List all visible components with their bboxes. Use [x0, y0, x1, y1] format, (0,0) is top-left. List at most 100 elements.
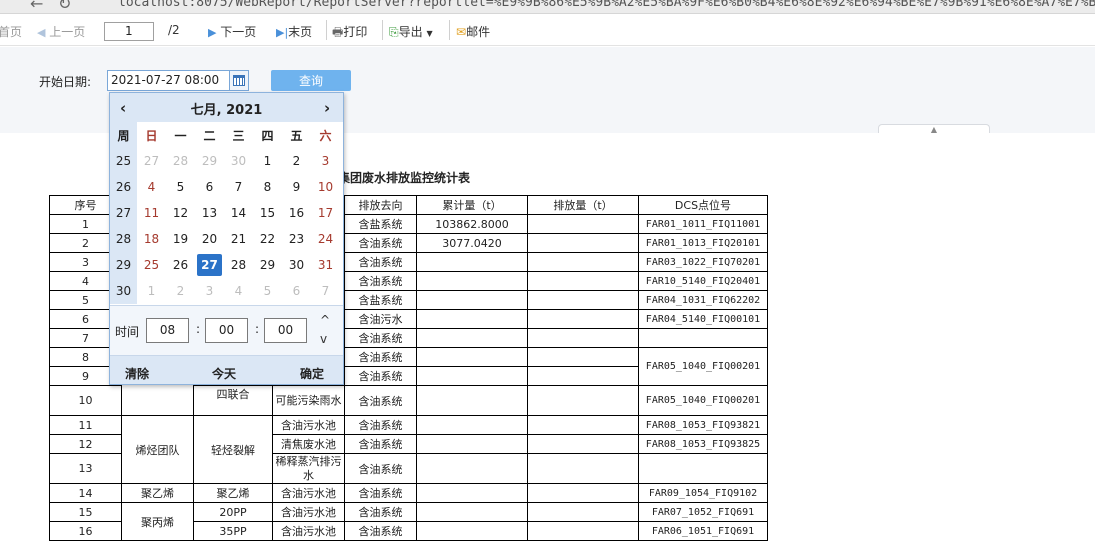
calendar-day[interactable]: 24 [311, 226, 340, 252]
query-button[interactable]: 查询 [271, 70, 351, 91]
calendar-day[interactable]: 12 [166, 200, 195, 226]
selected-day-label: 27 [197, 254, 222, 276]
calendar-header: 七月, 2021 ‹ › [110, 93, 343, 122]
calendar-day[interactable]: 6 [282, 278, 311, 304]
calendar-day[interactable]: 15 [253, 200, 282, 226]
calendar-day[interactable]: 30 [282, 252, 311, 278]
calendar-day[interactable]: 28 [224, 252, 253, 278]
export-button[interactable]: ⎘导出 ▼ [389, 23, 433, 40]
address-url[interactable]: localhost:8075/WebReport/ReportServer?re… [118, 0, 1095, 10]
spin-up-icon[interactable]: ^ [320, 313, 330, 327]
calendar-day[interactable]: 2 [282, 148, 311, 174]
calendar-day[interactable]: 2 [166, 278, 195, 304]
calendar-day[interactable]: 4 [137, 174, 166, 200]
cell-group: 烯烃团队 [121, 415, 194, 484]
calendar-day[interactable]: 29 [253, 252, 282, 278]
cell-cumulative [416, 347, 528, 367]
calendar-day[interactable]: 14 [224, 200, 253, 226]
calendar-day[interactable]: 22 [253, 226, 282, 252]
cell-cumulative: 3077.0420 [416, 233, 528, 253]
cell-source: 含油污水池 [272, 483, 345, 503]
cell-direction: 含油系统 [344, 271, 417, 291]
report-toolbar [0, 15, 1095, 46]
calendar-day[interactable]: 29 [195, 148, 224, 174]
calendar-day[interactable]: 31 [311, 252, 340, 278]
cell-dcs: FAR05_1040_FIQ00201 [638, 385, 768, 416]
calendar-day[interactable]: 7 [311, 278, 340, 304]
calendar-day[interactable]: 20 [195, 226, 224, 252]
cell-cumulative [416, 483, 528, 503]
cell-discharge [527, 434, 639, 454]
hour-input[interactable]: 08 [146, 318, 189, 343]
cell-cumulative [416, 434, 528, 454]
calendar-day[interactable]: 26 [166, 252, 195, 278]
calendar-day[interactable]: 10 [311, 174, 340, 200]
calendar-day[interactable]: 7 [224, 174, 253, 200]
cell-direction: 含油系统 [344, 252, 417, 272]
calendar-day[interactable]: 5 [166, 174, 195, 200]
export-icon: ⎘ [389, 25, 399, 39]
prev-page-button[interactable]: ◀ 上一页 [37, 23, 85, 40]
calendar-day[interactable]: 13 [195, 200, 224, 226]
calendar-day[interactable]: 3 [311, 148, 340, 174]
calendar-day[interactable]: 3 [195, 278, 224, 304]
triangle-left-icon: ◀ [37, 26, 46, 39]
confirm-button[interactable]: 确定 [300, 365, 324, 382]
start-date-input[interactable]: 2021-07-27 08:00 [107, 70, 230, 91]
second-input[interactable]: 00 [264, 318, 307, 343]
calendar-day[interactable]: 21 [224, 226, 253, 252]
calendar-day[interactable]: 6 [195, 174, 224, 200]
spin-down-icon[interactable]: v [320, 332, 327, 346]
first-page-button[interactable]: 首页 [0, 23, 22, 40]
calendar-day[interactable]: 25 [137, 252, 166, 278]
next-month-chevron-icon[interactable]: › [324, 99, 330, 117]
cell-source: 含油污水池 [272, 521, 345, 541]
calendar-day[interactable]: 18 [137, 226, 166, 252]
calendar-day[interactable]: 11 [137, 200, 166, 226]
calendar-day-selected[interactable]: 27 [195, 252, 224, 278]
collapse-panel-button[interactable]: ▲ [878, 124, 990, 134]
weekday-header: 六 [319, 128, 332, 143]
mail-button[interactable]: ✉邮件 [456, 23, 490, 40]
toolbar-separator [449, 20, 450, 40]
prev-month-chevron-icon[interactable]: ‹ [120, 99, 126, 117]
calendar-day[interactable]: 19 [166, 226, 195, 252]
cell-dcs: FAR09_1054_FIQ9102 [638, 483, 768, 503]
calendar-day[interactable]: 5 [253, 278, 282, 304]
calendar-toggle-button[interactable] [230, 70, 249, 91]
cell-direction: 含油系统 [344, 434, 417, 454]
weekday-header: 一 [174, 128, 187, 143]
last-page-button[interactable]: ▶|末页 [276, 23, 312, 40]
cell-unit: 聚乙烯 [193, 483, 273, 503]
calendar-day[interactable]: 4 [224, 278, 253, 304]
calendar-day[interactable]: 1 [137, 278, 166, 304]
calendar-day[interactable]: 30 [224, 148, 253, 174]
cell-cumulative [416, 521, 528, 541]
calendar-day[interactable]: 1 [253, 148, 282, 174]
clear-button[interactable]: 清除 [125, 365, 149, 382]
calendar-day[interactable]: 16 [282, 200, 311, 226]
calendar-day[interactable]: 28 [166, 148, 195, 174]
back-arrow-icon[interactable]: ← [30, 0, 43, 13]
cell-source: 可能污染雨水 [272, 385, 345, 416]
calendar-day[interactable]: 9 [282, 174, 311, 200]
minute-input[interactable]: 00 [205, 318, 248, 343]
envelope-icon: ✉ [456, 25, 467, 39]
today-button[interactable]: 今天 [212, 365, 236, 382]
cell-direction: 含油系统 [344, 415, 417, 435]
cell-dcs: FAR10_5140_FIQ20401 [638, 271, 768, 291]
print-button[interactable]: 🖶打印 [332, 23, 367, 44]
reload-icon[interactable]: ↻ [58, 0, 71, 13]
calendar-day[interactable]: 27 [137, 148, 166, 174]
cell-dcs: FAR08_1053_FIQ93821 [638, 415, 768, 435]
cell-discharge [527, 214, 639, 234]
next-page-button[interactable]: ▶ 下一页 [208, 23, 256, 40]
cell-direction: 含油系统 [344, 347, 417, 367]
calendar-day[interactable]: 8 [253, 174, 282, 200]
page-number-input[interactable]: 1 [104, 22, 154, 41]
cell-discharge [527, 521, 639, 541]
calendar-day[interactable]: 23 [282, 226, 311, 252]
cell-direction: 含油系统 [344, 328, 417, 348]
calendar-day[interactable]: 17 [311, 200, 340, 226]
cell-unit: 35PP [193, 521, 273, 541]
